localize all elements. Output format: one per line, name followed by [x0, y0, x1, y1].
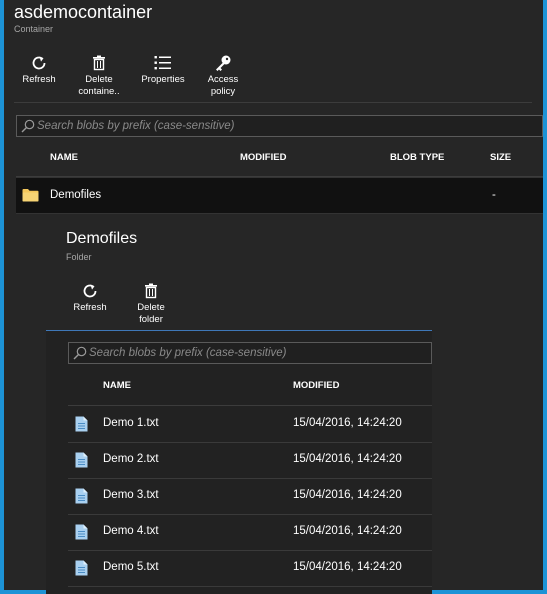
col-blob-type[interactable]: BLOB TYPE [390, 152, 444, 163]
folder-search-box[interactable] [68, 342, 432, 364]
access-policy-label: Access policy [207, 74, 239, 97]
file-modified: 15/04/2016, 14:24:20 [293, 525, 402, 537]
folder-search-input[interactable] [89, 343, 427, 363]
col-size[interactable]: SIZE [490, 152, 511, 163]
col-name[interactable]: NAME [50, 152, 78, 163]
folder-icon [22, 188, 39, 207]
refresh-label: Refresh [22, 74, 56, 85]
search-icon [21, 119, 35, 138]
trash-icon [92, 52, 106, 74]
file-icon [75, 452, 88, 473]
list-icon [154, 52, 172, 74]
folder-header: Demofiles Folder Refresh Delete folder [46, 214, 432, 331]
file-name: Demo 4.txt [103, 525, 159, 537]
table-row[interactable]: Demo 4.txt 15/04/2016, 14:24:20 [68, 514, 432, 551]
file-modified: 15/04/2016, 14:24:20 [293, 561, 402, 573]
folder-col-modified[interactable]: MODIFIED [293, 380, 339, 391]
key-icon [214, 52, 232, 74]
file-name: Demo 2.txt [103, 453, 159, 465]
file-icon [75, 488, 88, 509]
table-row[interactable]: Demo 3.txt 15/04/2016, 14:24:20 [68, 478, 432, 515]
search-icon [73, 346, 87, 365]
delete-folder-label: Delete folder [137, 302, 165, 325]
table-row-demofiles[interactable]: Demofiles - [16, 177, 543, 214]
container-search-box[interactable] [16, 115, 543, 137]
file-name: Demo 5.txt [103, 561, 159, 573]
file-icon [75, 416, 88, 437]
trash-icon [144, 280, 158, 302]
file-icon [75, 560, 88, 581]
access-policy-button[interactable]: Access policy [198, 52, 248, 98]
table-row[interactable]: Demo 5.txt 15/04/2016, 14:24:20 [68, 550, 432, 587]
container-subtitle: Container [14, 24, 54, 34]
container-search-input[interactable] [37, 116, 538, 136]
delete-container-label: Delete containe.. [78, 74, 120, 97]
file-icon [75, 524, 88, 545]
table-row[interactable]: Demo 1.txt 15/04/2016, 14:24:20 [68, 406, 432, 443]
folder-subtitle: Folder [66, 252, 92, 262]
delete-container-button[interactable]: Delete containe.. [74, 52, 124, 98]
col-modified[interactable]: MODIFIED [240, 152, 286, 163]
file-modified: 15/04/2016, 14:24:20 [293, 453, 402, 465]
table-row[interactable]: Demo 2.txt 15/04/2016, 14:24:20 [68, 442, 432, 479]
file-modified: 15/04/2016, 14:24:20 [293, 489, 402, 501]
refresh-icon [30, 52, 48, 74]
folder-col-name[interactable]: NAME [103, 380, 131, 391]
folder-refresh-button[interactable]: Refresh [65, 280, 115, 326]
properties-button[interactable]: Properties [138, 52, 188, 98]
file-name: Demo 1.txt [103, 417, 159, 429]
refresh-icon [81, 280, 99, 302]
delete-folder-button[interactable]: Delete folder [126, 280, 176, 326]
folder-title: Demofiles [66, 230, 138, 247]
row-name: Demofiles [50, 189, 102, 201]
row-size: - [492, 189, 496, 201]
container-title: asdemocontainer [14, 2, 153, 22]
file-modified: 15/04/2016, 14:24:20 [293, 417, 402, 429]
file-name: Demo 3.txt [103, 489, 159, 501]
toolbar-divider [14, 102, 532, 103]
properties-label: Properties [141, 74, 185, 85]
folder-refresh-label: Refresh [73, 302, 107, 313]
refresh-button[interactable]: Refresh [14, 52, 64, 98]
folder-blade: Demofiles Folder Refresh Delete folder N… [46, 214, 432, 594]
